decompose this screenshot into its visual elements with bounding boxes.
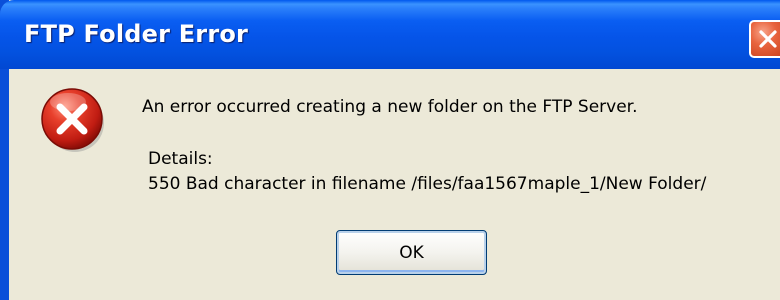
error-icon [41, 88, 104, 152]
dialog-window: FTP Folder Error An error occurred creat… [0, 0, 780, 300]
window-title: FTP Folder Error [24, 20, 249, 48]
error-message: An error occurred creating a new folder … [142, 97, 638, 117]
details-text: 550 Bad character in filename /files/faa… [148, 174, 707, 194]
ok-button[interactable]: OK [336, 230, 487, 275]
close-button[interactable] [749, 20, 780, 58]
title-bar[interactable]: FTP Folder Error [0, 0, 780, 69]
close-icon [759, 30, 777, 48]
ok-button-label: OK [399, 242, 424, 263]
details-label: Details: [148, 149, 213, 169]
